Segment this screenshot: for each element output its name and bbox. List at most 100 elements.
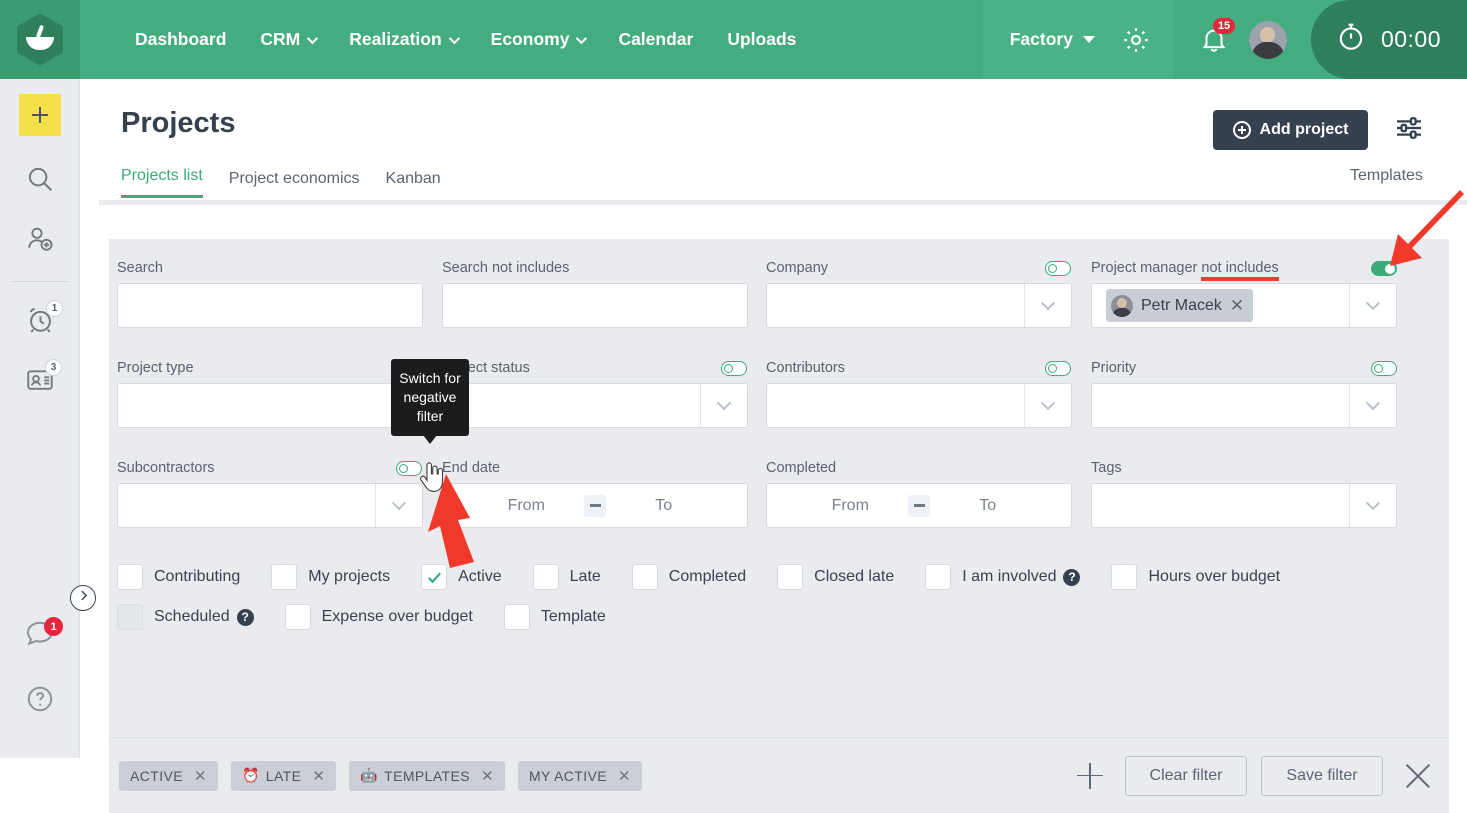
checkbox-late[interactable]: Late xyxy=(532,564,601,590)
filter-field-contributors: Contributors xyxy=(766,359,1072,428)
saved-filter-chip[interactable]: ⏰ LATE ✕ xyxy=(230,760,337,791)
clear-filter-label: Clear filter xyxy=(1149,766,1223,784)
tab-label: Kanban xyxy=(385,170,441,187)
add-project-button[interactable]: Add project xyxy=(1213,110,1368,150)
sidebar-add-button[interactable] xyxy=(0,79,80,151)
chevron-down-icon xyxy=(576,32,588,44)
field-label: Priority xyxy=(1091,360,1137,376)
save-filter-button[interactable]: Save filter xyxy=(1261,755,1383,796)
tags-select[interactable] xyxy=(1091,483,1397,528)
end-date-from[interactable]: From xyxy=(468,497,584,515)
end-date-to[interactable]: To xyxy=(606,497,722,515)
sidebar-item-contacts[interactable]: 3 xyxy=(0,352,80,412)
chevron-down-icon xyxy=(1350,395,1396,411)
nav-item-crm[interactable]: CRM xyxy=(243,0,332,79)
avatar xyxy=(1111,294,1133,317)
completed-to[interactable]: To xyxy=(930,497,1046,515)
timer-widget[interactable]: 00:00 xyxy=(1310,0,1467,79)
help-icon[interactable]: ? xyxy=(1063,568,1081,586)
selected-person-chip[interactable]: Petr Macek ✕ xyxy=(1106,289,1254,322)
tab-kanban[interactable]: Kanban xyxy=(386,170,441,198)
nav-item-economy[interactable]: Economy xyxy=(474,0,602,79)
contributors-select[interactable] xyxy=(766,383,1072,428)
project-status-select[interactable] xyxy=(442,383,748,428)
saved-filters-list: ACTIVE ✕ ⏰ LATE ✕ 🤖 TEMPLATES ✕ MY ACTIV… xyxy=(119,760,655,791)
priority-negative-toggle[interactable] xyxy=(1371,361,1397,376)
checkbox-label: Contributing xyxy=(154,568,241,585)
subcontractors-select[interactable] xyxy=(117,483,423,528)
nav-item-uploads[interactable]: Uploads xyxy=(710,0,813,79)
checkbox-closed-late[interactable]: Closed late xyxy=(777,564,894,590)
sidebar-expand-button[interactable] xyxy=(70,585,96,611)
nav-item-calendar[interactable]: Calendar xyxy=(601,0,710,79)
checkbox-i-am-involved[interactable]: I am involved ? xyxy=(925,564,1081,590)
project-manager-select[interactable]: Petr Macek ✕ xyxy=(1091,283,1397,328)
sidebar-item-reminders[interactable]: 1 xyxy=(0,292,80,352)
company-select[interactable] xyxy=(766,283,1072,328)
main-content: Projects Add project Projects list Proje… xyxy=(81,79,1467,813)
project-status-negative-toggle[interactable] xyxy=(721,361,747,376)
plus-icon[interactable] xyxy=(19,94,61,136)
sidebar-item-add-user[interactable] xyxy=(0,211,80,271)
clear-filter-button[interactable]: Clear filter xyxy=(1125,755,1247,796)
saved-filter-chip[interactable]: ACTIVE ✕ xyxy=(119,760,218,791)
header-right-zone: Factory 15 00:00 xyxy=(981,0,1467,79)
templates-link[interactable]: Templates xyxy=(1350,167,1423,185)
sliders-icon[interactable] xyxy=(1393,112,1425,149)
nav-item-realization[interactable]: Realization xyxy=(332,0,473,79)
checkbox-box xyxy=(532,564,559,590)
checkbox-box xyxy=(503,604,530,630)
gear-icon[interactable] xyxy=(1121,25,1151,55)
close-filter-panel-button[interactable] xyxy=(1403,761,1433,791)
saved-filter-chip[interactable]: MY ACTIVE ✕ xyxy=(517,760,642,791)
project-manager-negative-toggle[interactable] xyxy=(1371,261,1397,276)
filter-field-search: Search xyxy=(117,259,423,328)
app-logo[interactable] xyxy=(0,0,80,79)
company-negative-toggle[interactable] xyxy=(1045,261,1071,276)
checkbox-template[interactable]: Template xyxy=(503,604,606,630)
subcontractors-negative-toggle[interactable] xyxy=(396,461,422,476)
field-label: Completed xyxy=(766,460,837,476)
checkbox-my-projects[interactable]: My projects xyxy=(271,564,390,590)
sidebar-item-search[interactable] xyxy=(0,151,80,211)
sidebar-item-chat[interactable]: 1 xyxy=(0,605,80,665)
tooltip-arrow xyxy=(423,435,437,444)
checkbox-active[interactable]: Active xyxy=(421,564,502,590)
add-filter-button[interactable] xyxy=(1077,762,1103,789)
checkbox-expense-over-budget[interactable]: Expense over budget xyxy=(284,604,473,630)
user-avatar[interactable] xyxy=(1248,20,1287,59)
nav-item-dashboard[interactable]: Dashboard xyxy=(118,0,243,79)
workspace-switcher[interactable]: Factory xyxy=(981,0,1173,79)
completed-from[interactable]: From xyxy=(792,497,908,515)
close-icon[interactable]: ✕ xyxy=(194,767,207,785)
contributors-negative-toggle[interactable] xyxy=(1045,361,1071,376)
chip-label: TEMPLATES xyxy=(384,767,470,784)
search-not-includes-input[interactable] xyxy=(442,283,748,328)
tab-projects-list[interactable]: Projects list xyxy=(121,167,203,198)
project-type-input[interactable] xyxy=(117,383,423,428)
field-label: Search not includes xyxy=(442,260,570,276)
search-input[interactable] xyxy=(117,283,423,328)
tab-project-economics[interactable]: Project economics xyxy=(229,170,360,198)
close-icon[interactable]: ✕ xyxy=(618,767,631,785)
help-icon[interactable]: ? xyxy=(236,608,254,626)
checkbox-hours-over-budget[interactable]: Hours over budget xyxy=(1111,564,1280,590)
close-icon[interactable]: ✕ xyxy=(312,767,325,785)
nav-label: Economy xyxy=(490,29,570,49)
saved-filter-chip[interactable]: 🤖 TEMPLATES ✕ xyxy=(349,760,505,791)
filter-field-project-type: Project type xyxy=(117,359,423,428)
checkbox-completed[interactable]: Completed xyxy=(631,564,747,590)
close-icon[interactable]: ✕ xyxy=(1230,297,1244,314)
checkbox-label: Completed xyxy=(668,568,747,585)
completed-date-range[interactable]: From To xyxy=(766,483,1072,528)
filter-field-subcontractors: Subcontractors xyxy=(117,459,423,528)
close-icon[interactable]: ✕ xyxy=(481,767,494,785)
end-date-range[interactable]: From To xyxy=(442,483,748,528)
tooltip-text: Switch for negative filter xyxy=(399,370,461,424)
checkbox-scheduled[interactable]: Scheduled ? xyxy=(117,604,254,630)
sidebar-item-help[interactable] xyxy=(0,671,80,731)
priority-select[interactable] xyxy=(1091,383,1397,428)
checkbox-contributing[interactable]: Contributing xyxy=(117,564,240,590)
chip-label: ACTIVE xyxy=(130,767,183,784)
bell-icon[interactable]: 15 xyxy=(1199,17,1236,55)
